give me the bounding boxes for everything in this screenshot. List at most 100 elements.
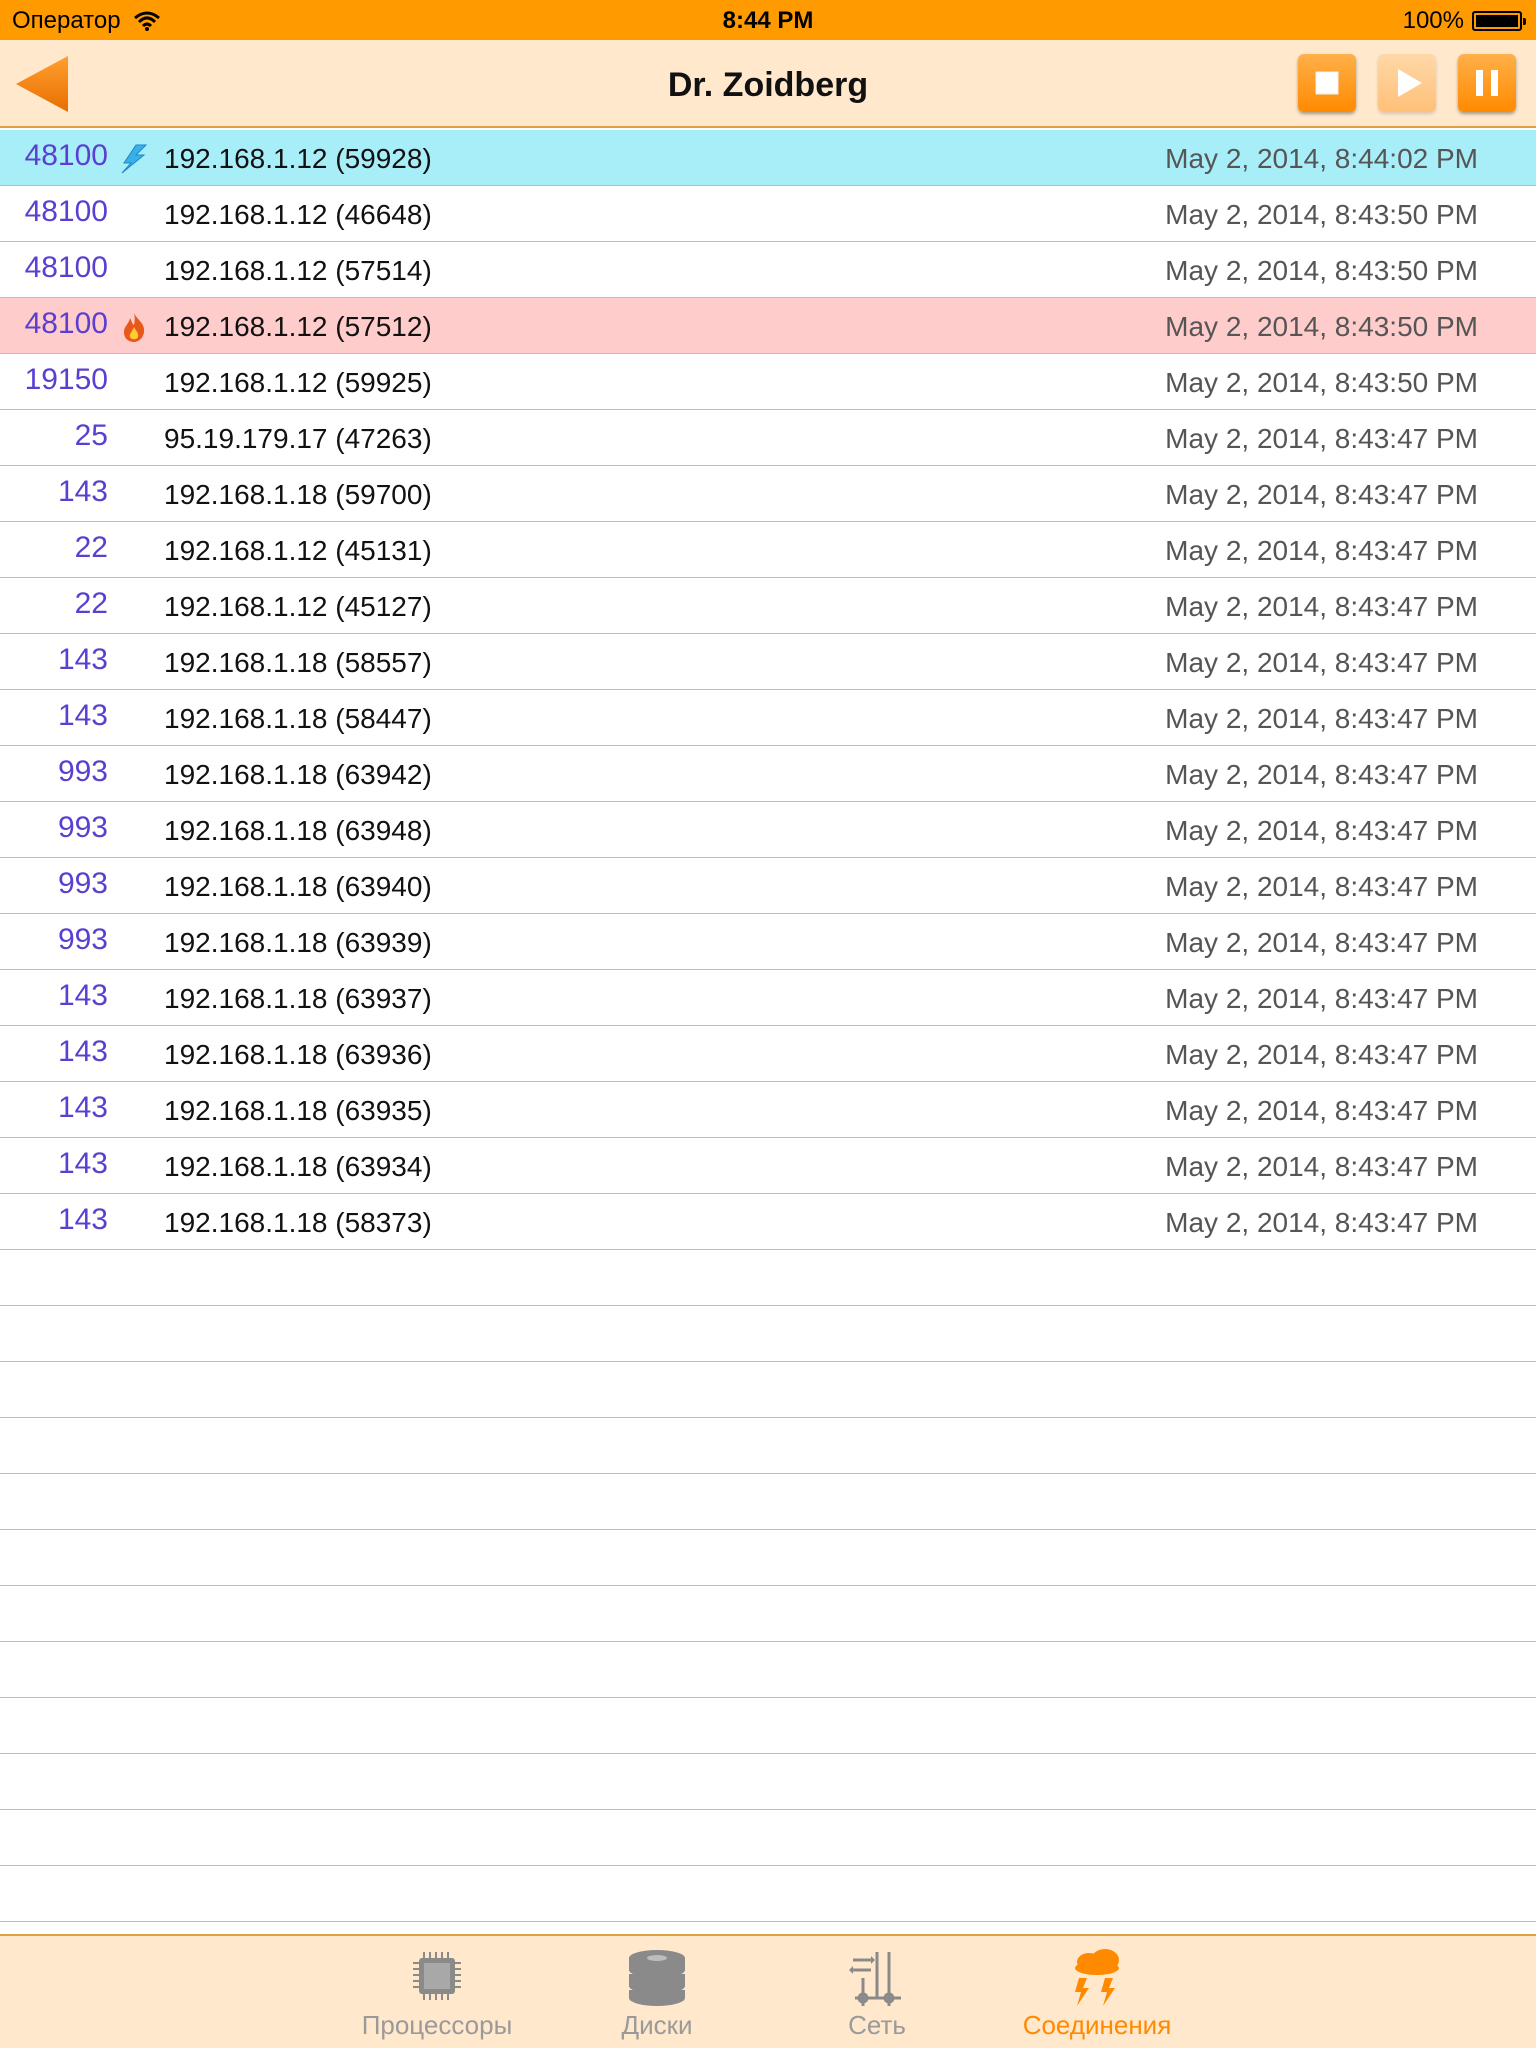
port-number: 22 bbox=[74, 587, 108, 620]
connection-time: May 2, 2014, 8:44:02 PM bbox=[1165, 143, 1478, 174]
table-row[interactable]: 19150 192.168.1.12 (59925) May 2, 2014, 8:… bbox=[0, 354, 1536, 410]
tab-network-label: Сеть bbox=[848, 2010, 906, 2040]
disk-stack-icon bbox=[629, 1950, 685, 2006]
port-number: 143 bbox=[57, 1091, 108, 1124]
empty-row bbox=[0, 1586, 1536, 1642]
play-icon bbox=[1398, 69, 1422, 97]
table-row[interactable]: 48100 192.168.1.12 (46648) May 2, 2014, 8:… bbox=[0, 186, 1536, 242]
table-row[interactable]: 48100 192.168.1.12 (57514) May 2, 2014, 8:… bbox=[0, 242, 1536, 298]
empty-row bbox=[0, 1306, 1536, 1362]
stop-icon bbox=[1315, 71, 1339, 95]
remote-address: 192.168.1.18 (63948) bbox=[164, 815, 432, 846]
remote-address: 192.168.1.18 (59700) bbox=[164, 479, 432, 510]
port-number: 143 bbox=[57, 699, 108, 732]
connection-time: May 2, 2014, 8:43:50 PM bbox=[1165, 199, 1478, 230]
table-row[interactable]: 143 192.168.1.18 (63936) May 2, 2014, 8:43… bbox=[0, 1026, 1536, 1082]
pause-button[interactable] bbox=[1458, 54, 1516, 112]
table-row[interactable]: 993 192.168.1.18 (63942) May 2, 2014, 8:43… bbox=[0, 746, 1536, 802]
table-row[interactable]: 48100 192.168.1.12 (57512) May 2, 2014, 8:… bbox=[0, 298, 1536, 354]
tab-processors[interactable]: Процессоры bbox=[332, 1948, 542, 2048]
remote-address: 192.168.1.18 (63937) bbox=[164, 983, 432, 1014]
tab-network[interactable]: Сеть bbox=[772, 1948, 982, 2048]
tab-disks[interactable]: Диски bbox=[552, 1948, 762, 2048]
table-row[interactable]: 143 192.168.1.18 (59700) May 2, 2014, 8:43… bbox=[0, 466, 1536, 522]
table-row[interactable]: 48100 192.168.1.12 (59928) May 2, 2014, 8:… bbox=[0, 130, 1536, 186]
empty-row bbox=[0, 1250, 1536, 1306]
port-number: 993 bbox=[57, 867, 108, 900]
connection-time: May 2, 2014, 8:43:47 PM bbox=[1165, 1039, 1478, 1070]
connection-time: May 2, 2014, 8:43:50 PM bbox=[1165, 367, 1478, 398]
lightning-icon bbox=[118, 143, 150, 175]
table-row[interactable]: 143 192.168.1.18 (58557) May 2, 2014, 8:43… bbox=[0, 634, 1536, 690]
network-sliders-icon bbox=[849, 1952, 901, 2006]
empty-row bbox=[0, 1362, 1536, 1418]
port-number: 143 bbox=[57, 475, 108, 508]
tab-bar: Процессоры Диски Сеть Соединения bbox=[0, 1934, 1536, 2048]
remote-address: 192.168.1.18 (63935) bbox=[164, 1095, 432, 1126]
remote-address: 192.168.1.18 (58373) bbox=[164, 1207, 432, 1238]
connection-time: May 2, 2014, 8:43:47 PM bbox=[1165, 479, 1478, 510]
empty-row bbox=[0, 1418, 1536, 1474]
port-number: 48100 bbox=[24, 139, 108, 172]
empty-row bbox=[0, 1642, 1536, 1698]
tab-connections[interactable]: Соединения bbox=[992, 1948, 1202, 2048]
remote-address: 192.168.1.18 (63942) bbox=[164, 759, 432, 790]
table-row[interactable]: 143 192.168.1.18 (63935) May 2, 2014, 8:43… bbox=[0, 1082, 1536, 1138]
remote-address: 192.168.1.18 (63936) bbox=[164, 1039, 432, 1070]
empty-row bbox=[0, 1866, 1536, 1922]
remote-address: 192.168.1.18 (63934) bbox=[164, 1151, 432, 1182]
port-number: 143 bbox=[57, 1035, 108, 1068]
port-number: 48100 bbox=[24, 251, 108, 284]
table-row[interactable]: 993 192.168.1.18 (63940) May 2, 2014, 8:43… bbox=[0, 858, 1536, 914]
port-number: 25 bbox=[74, 419, 108, 452]
cpu-chip-icon bbox=[413, 1952, 461, 2000]
connection-time: May 2, 2014, 8:43:50 PM bbox=[1165, 255, 1478, 286]
fire-icon bbox=[118, 311, 150, 343]
navigation-bar: Dr. Zoidberg bbox=[0, 40, 1536, 128]
port-number: 143 bbox=[57, 1147, 108, 1180]
remote-address: 192.168.1.18 (63939) bbox=[164, 927, 432, 958]
port-number: 48100 bbox=[24, 307, 108, 340]
table-row[interactable]: 993 192.168.1.18 (63948) May 2, 2014, 8:43… bbox=[0, 802, 1536, 858]
connections-list[interactable]: 48100 192.168.1.12 (59928) May 2, 2014, 8:… bbox=[0, 130, 1536, 1250]
connection-time: May 2, 2014, 8:43:47 PM bbox=[1165, 1151, 1478, 1182]
port-number: 48100 bbox=[24, 195, 108, 228]
connection-time: May 2, 2014, 8:43:47 PM bbox=[1165, 759, 1478, 790]
remote-address: 192.168.1.18 (58557) bbox=[164, 647, 432, 678]
table-row[interactable]: 25 95.19.179.17 (47263) May 2, 2014, 8:43:… bbox=[0, 410, 1536, 466]
connection-time: May 2, 2014, 8:43:47 PM bbox=[1165, 647, 1478, 678]
connection-time: May 2, 2014, 8:43:47 PM bbox=[1165, 871, 1478, 902]
stop-button[interactable] bbox=[1298, 54, 1356, 112]
remote-address: 192.168.1.12 (45127) bbox=[164, 591, 432, 622]
remote-address: 192.168.1.12 (57512) bbox=[164, 311, 432, 342]
port-number: 993 bbox=[57, 811, 108, 844]
connection-time: May 2, 2014, 8:43:47 PM bbox=[1165, 1207, 1478, 1238]
status-bar: Оператор 8:44 PM 100% bbox=[0, 0, 1536, 40]
table-row[interactable]: 143 192.168.1.18 (63937) May 2, 2014, 8:43… bbox=[0, 970, 1536, 1026]
connection-time: May 2, 2014, 8:43:47 PM bbox=[1165, 591, 1478, 622]
table-row[interactable]: 993 192.168.1.18 (63939) May 2, 2014, 8:43… bbox=[0, 914, 1536, 970]
table-row[interactable]: 143 192.168.1.18 (58373) May 2, 2014, 8:43… bbox=[0, 1194, 1536, 1250]
table-row[interactable]: 22 192.168.1.12 (45131) May 2, 2014, 8:43:… bbox=[0, 522, 1536, 578]
connection-time: May 2, 2014, 8:43:47 PM bbox=[1165, 815, 1478, 846]
tab-connections-label: Соединения bbox=[1022, 2010, 1172, 2040]
play-button[interactable] bbox=[1378, 54, 1436, 112]
port-number: 143 bbox=[57, 1203, 108, 1236]
remote-address: 192.168.1.18 (63940) bbox=[164, 871, 432, 902]
pause-icon bbox=[1476, 70, 1498, 96]
table-row[interactable]: 143 192.168.1.18 (58447) May 2, 2014, 8:43… bbox=[0, 690, 1536, 746]
battery-icon bbox=[1472, 11, 1526, 31]
connection-time: May 2, 2014, 8:43:50 PM bbox=[1165, 311, 1478, 342]
remote-address: 192.168.1.12 (46648) bbox=[164, 199, 432, 230]
table-row[interactable]: 22 192.168.1.12 (45127) May 2, 2014, 8:43:… bbox=[0, 578, 1536, 634]
empty-row bbox=[0, 1698, 1536, 1754]
empty-rows bbox=[0, 1250, 1536, 1922]
connection-time: May 2, 2014, 8:43:47 PM bbox=[1165, 535, 1478, 566]
storm-cloud-icon bbox=[1075, 1949, 1119, 2006]
port-number: 143 bbox=[57, 979, 108, 1012]
battery-status: 100% bbox=[1403, 7, 1526, 35]
connection-time: May 2, 2014, 8:43:47 PM bbox=[1165, 703, 1478, 734]
table-row[interactable]: 143 192.168.1.18 (63934) May 2, 2014, 8:43… bbox=[0, 1138, 1536, 1194]
remote-address: 192.168.1.12 (57514) bbox=[164, 255, 432, 286]
tab-processors-label: Процессоры bbox=[361, 2010, 513, 2040]
